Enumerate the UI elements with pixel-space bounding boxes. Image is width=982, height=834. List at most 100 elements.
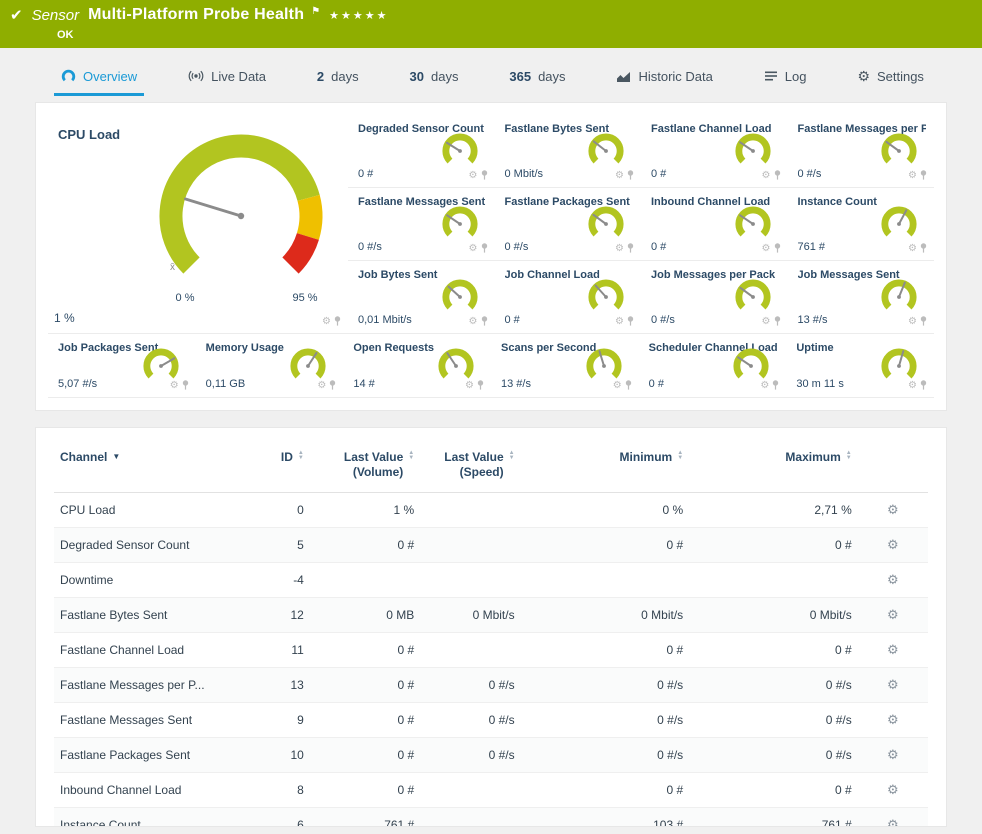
gear-icon[interactable]: ⚙ bbox=[908, 381, 917, 391]
pin-icon[interactable] bbox=[329, 378, 336, 394]
tile-value: 0 #/s bbox=[505, 241, 529, 253]
channel-maximum: 0 #/s bbox=[689, 738, 858, 773]
channel-name[interactable]: Inbound Channel Load bbox=[54, 773, 250, 808]
channel-last-value-speed bbox=[420, 773, 520, 808]
channel-name[interactable]: Fastlane Packages Sent bbox=[54, 738, 250, 773]
gear-icon[interactable]: ⚙ bbox=[615, 171, 624, 181]
gear-icon[interactable]: ⚙ bbox=[317, 381, 326, 391]
channel-last-value-volume: 0 # bbox=[310, 773, 420, 808]
channel-name[interactable]: Instance Count bbox=[54, 808, 250, 828]
pin-icon[interactable] bbox=[627, 314, 634, 330]
pin-icon[interactable] bbox=[481, 314, 488, 330]
tab-overview[interactable]: Overview bbox=[58, 56, 140, 96]
channel-settings-gear-icon[interactable]: ⚙ bbox=[887, 572, 899, 587]
tile-value: 761 # bbox=[798, 241, 826, 253]
gear-icon[interactable]: ⚙ bbox=[615, 317, 624, 327]
pin-icon[interactable] bbox=[481, 241, 488, 257]
channel-settings-gear-icon[interactable]: ⚙ bbox=[887, 747, 899, 762]
flag-icon[interactable]: ⚑ bbox=[311, 6, 320, 17]
channel-settings-gear-icon[interactable]: ⚙ bbox=[887, 642, 899, 657]
gear-icon[interactable]: ⚙ bbox=[322, 317, 331, 327]
channel-row-fastlane-channel-load: Fastlane Channel Load110 #0 #0 #⚙ bbox=[54, 633, 928, 668]
column-header-id[interactable]: ID▲▼ bbox=[250, 438, 310, 493]
tab-historic-data[interactable]: Historic Data bbox=[613, 56, 715, 96]
object-kind-label: Sensor bbox=[32, 7, 80, 24]
gauge-dial bbox=[136, 131, 346, 299]
column-header-maximum[interactable]: Maximum▲▼ bbox=[689, 438, 858, 493]
tab-log[interactable]: Log bbox=[761, 56, 810, 96]
gear-icon[interactable]: ⚙ bbox=[613, 381, 622, 391]
pin-icon[interactable] bbox=[920, 168, 927, 184]
channel-last-value-speed: 0 Mbit/s bbox=[420, 598, 520, 633]
channel-settings-gear-icon[interactable]: ⚙ bbox=[887, 502, 899, 517]
sort-toggle-icon[interactable]: ▲▼ bbox=[846, 451, 852, 461]
sort-toggle-icon[interactable]: ▲▼ bbox=[677, 451, 683, 461]
channel-table-header-row: Channel▼ID▲▼Last Value(Volume)▲▼Last Val… bbox=[54, 438, 928, 493]
gear-icon[interactable]: ⚙ bbox=[469, 317, 478, 327]
channel-settings-gear-icon[interactable]: ⚙ bbox=[887, 677, 899, 692]
tab-365-days[interactable]: 365days bbox=[506, 56, 568, 96]
pin-icon[interactable] bbox=[481, 168, 488, 184]
priority-stars[interactable]: ★★★★★ bbox=[329, 9, 388, 22]
channel-maximum: 0 #/s bbox=[689, 668, 858, 703]
channel-last-value-speed: 0 #/s bbox=[420, 703, 520, 738]
pin-icon[interactable] bbox=[627, 168, 634, 184]
gauge-tile-fastlane-packages-sent: Fastlane Packages Sent0 #/s⚙ bbox=[495, 188, 642, 261]
channel-name[interactable]: Degraded Sensor Count bbox=[54, 528, 250, 563]
gear-icon[interactable]: ⚙ bbox=[908, 244, 917, 254]
channel-name[interactable]: Fastlane Bytes Sent bbox=[54, 598, 250, 633]
pin-icon[interactable] bbox=[920, 378, 927, 394]
tile-gauge bbox=[876, 130, 922, 172]
tab-30-days[interactable]: 30days bbox=[407, 56, 462, 96]
gear-icon[interactable]: ⚙ bbox=[762, 244, 771, 254]
pin-icon[interactable] bbox=[920, 314, 927, 330]
tab-live-data[interactable]: Live Data bbox=[185, 56, 269, 96]
channel-name[interactable]: Fastlane Channel Load bbox=[54, 633, 250, 668]
gear-icon[interactable]: ⚙ bbox=[615, 244, 624, 254]
channel-settings-gear-icon[interactable]: ⚙ bbox=[887, 607, 899, 622]
gear-icon[interactable]: ⚙ bbox=[908, 317, 917, 327]
channel-settings-gear-icon[interactable]: ⚙ bbox=[887, 537, 899, 552]
channel-name[interactable]: CPU Load bbox=[54, 493, 250, 528]
gear-icon[interactable]: ⚙ bbox=[465, 381, 474, 391]
channel-row-instance-count: Instance Count6761 #103 #761 #⚙ bbox=[54, 808, 928, 828]
gear-icon[interactable]: ⚙ bbox=[762, 317, 771, 327]
pin-icon[interactable] bbox=[774, 241, 781, 257]
column-header-last-value[interactable]: Last Value(Speed)▲▼ bbox=[420, 438, 520, 493]
channel-settings-gear-icon[interactable]: ⚙ bbox=[887, 712, 899, 727]
gear-icon[interactable]: ⚙ bbox=[760, 381, 769, 391]
channel-name[interactable]: Downtime bbox=[54, 563, 250, 598]
pin-icon[interactable] bbox=[772, 378, 779, 394]
gear-icon[interactable]: ⚙ bbox=[908, 171, 917, 181]
pin-icon[interactable] bbox=[774, 168, 781, 184]
tile-value: 13 #/s bbox=[798, 314, 828, 326]
column-header-channel[interactable]: Channel▼ bbox=[54, 438, 250, 493]
pin-icon[interactable] bbox=[477, 378, 484, 394]
column-header-last-value[interactable]: Last Value(Volume)▲▼ bbox=[310, 438, 420, 493]
gear-icon[interactable]: ⚙ bbox=[469, 244, 478, 254]
gear-icon[interactable]: ⚙ bbox=[762, 171, 771, 181]
sort-toggle-icon[interactable]: ▲▼ bbox=[298, 451, 304, 461]
gauge-dial bbox=[583, 203, 629, 245]
tab-bar: Overview Live Data 2days 30days 365days Histo… bbox=[0, 56, 982, 96]
pin-icon[interactable] bbox=[920, 241, 927, 257]
sort-toggle-icon[interactable]: ▲▼ bbox=[408, 451, 414, 461]
sort-desc-icon[interactable]: ▼ bbox=[112, 452, 120, 461]
channel-settings-gear-icon[interactable]: ⚙ bbox=[887, 782, 899, 797]
gear-icon[interactable]: ⚙ bbox=[170, 381, 179, 391]
sort-toggle-icon[interactable]: ▲▼ bbox=[509, 451, 515, 461]
channel-name[interactable]: Fastlane Messages per P... bbox=[54, 668, 250, 703]
pin-icon[interactable] bbox=[774, 314, 781, 330]
tab-settings[interactable]: ⚙Settings bbox=[854, 56, 927, 96]
column-header-minimum[interactable]: Minimum▲▼ bbox=[521, 438, 690, 493]
channel-name[interactable]: Fastlane Messages Sent bbox=[54, 703, 250, 738]
tab-2-days[interactable]: 2days bbox=[314, 56, 362, 96]
pin-icon[interactable] bbox=[625, 378, 632, 394]
gear-icon[interactable]: ⚙ bbox=[469, 171, 478, 181]
pin-icon[interactable] bbox=[627, 241, 634, 257]
pin-icon[interactable] bbox=[182, 378, 189, 394]
tile-value: 0,11 GB bbox=[206, 378, 246, 390]
gauge-tile-fastlane-messages-sent: Fastlane Messages Sent0 #/s⚙ bbox=[348, 188, 495, 261]
channel-settings-gear-icon[interactable]: ⚙ bbox=[887, 817, 899, 827]
pin-icon[interactable] bbox=[334, 314, 341, 330]
